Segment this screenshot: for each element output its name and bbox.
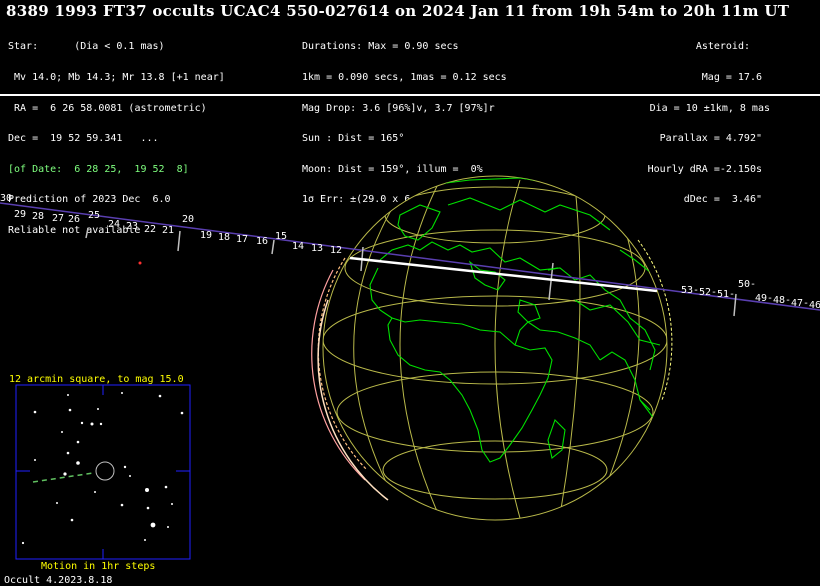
track-time-label: 27 xyxy=(52,213,64,224)
track-time-label: 17 xyxy=(236,234,248,245)
track-time-label: 52- xyxy=(699,287,717,298)
track-time-label: 50- xyxy=(738,279,756,290)
track-time-label: 12 xyxy=(330,245,342,256)
track-time-labels-left: 3029 28 27 26 25 24 23 22 21 20 19 18 17 16 15 14 13 12 xyxy=(0,193,342,256)
track-time-label: 19 xyxy=(200,230,212,241)
track-time-labels-right: 53- 52- 51-50- 49- 48- 47- 46 xyxy=(681,279,820,311)
track-time-label: 20 xyxy=(182,214,194,225)
track-time-label: 15 xyxy=(275,231,287,242)
track-time-label: 53- xyxy=(681,285,699,296)
earth-globe xyxy=(322,175,668,521)
target-star-circle xyxy=(95,461,115,481)
motion-caption: Motion in 1hr steps xyxy=(41,561,156,572)
track-time-label: 51- xyxy=(717,289,735,300)
track-time-label: 13 xyxy=(311,243,323,254)
track-time-label: 46 xyxy=(809,300,820,311)
finder-chart xyxy=(15,384,191,560)
sub-solar-marker xyxy=(138,261,142,265)
track-time-label: 28 xyxy=(32,211,44,222)
track-time-label: 47- xyxy=(791,298,809,309)
track-time-label: 49- xyxy=(755,293,773,304)
track-time-label: 48- xyxy=(773,295,791,306)
track-time-label: 14 xyxy=(292,241,304,252)
track-time-label: 21 xyxy=(162,225,174,236)
occultation-map: 3029 28 27 26 25 24 23 22 21 20 19 18 17 16 15 14 13 12 5… xyxy=(0,175,820,560)
finder-caption: 12 arcmin square, to mag 15.0 xyxy=(9,374,184,385)
track-time-label: 30 xyxy=(0,193,12,204)
software-version: Occult 4.2023.8.18 xyxy=(4,575,113,586)
track-time-label: 23 xyxy=(126,221,138,232)
field-stars xyxy=(21,392,184,545)
motion-path xyxy=(32,472,94,483)
track-time-label: 24 xyxy=(108,219,120,230)
track-time-label: 26 xyxy=(68,214,80,225)
track-time-label: 16 xyxy=(256,236,268,247)
track-time-label: 29 xyxy=(14,209,26,220)
track-time-label: 22 xyxy=(144,224,156,235)
track-time-label: 18 xyxy=(218,232,230,243)
track-time-label: 25 xyxy=(88,210,100,221)
